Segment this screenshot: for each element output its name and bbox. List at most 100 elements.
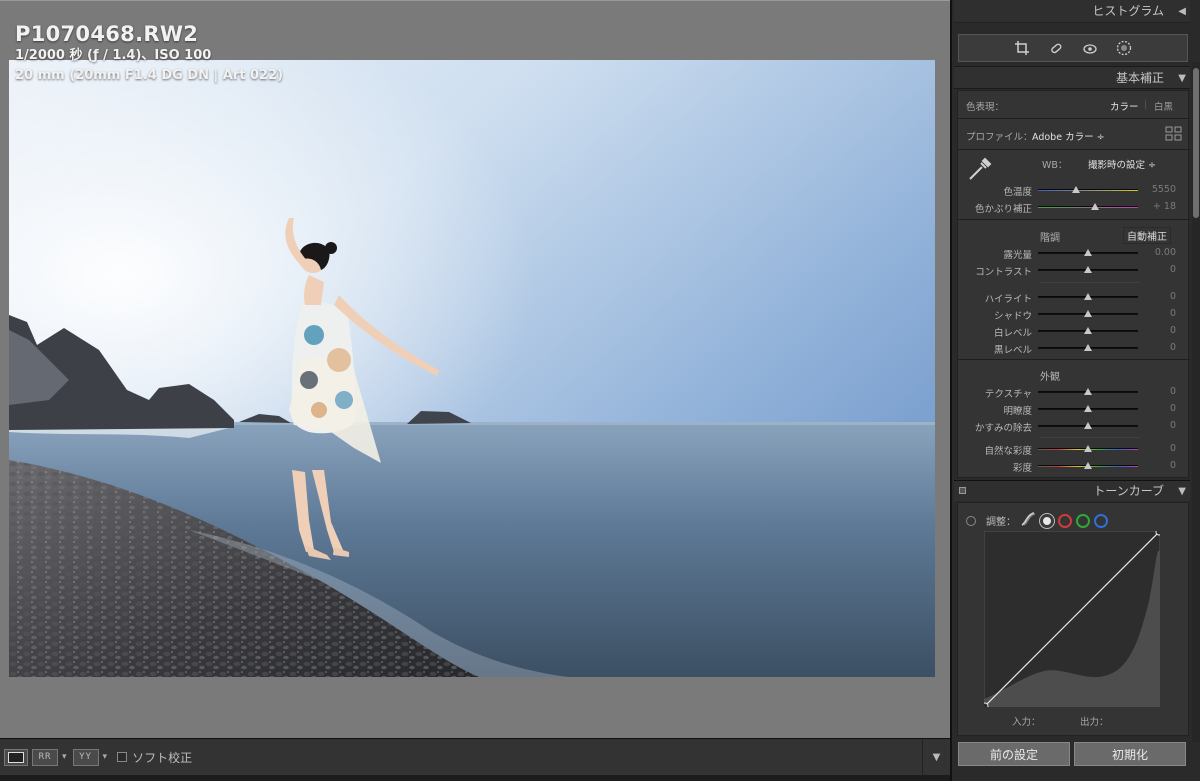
blue-channel-icon[interactable] — [1094, 513, 1108, 528]
green-channel-icon[interactable] — [1076, 513, 1090, 528]
shadows-track[interactable] — [1038, 310, 1138, 317]
vibrance-value[interactable]: 0 — [1170, 443, 1176, 454]
target-adjust-icon[interactable] — [966, 515, 976, 526]
whites-thumb[interactable] — [1084, 327, 1092, 334]
clarity-thumb[interactable] — [1084, 405, 1092, 412]
profile-dropdown[interactable]: Adobe カラー ÷ — [1032, 129, 1105, 143]
blacks-thumb[interactable] — [1084, 344, 1092, 351]
shadows-slider-row[interactable]: シャドウ 0 — [958, 306, 1190, 322]
treatment-color-button[interactable]: カラー — [1110, 99, 1139, 113]
image-viewer[interactable]: P1070468.RW2 1/2000 秒 (ƒ / 1.4)、ISO 100 … — [0, 0, 950, 738]
basic-panel-collapse-icon[interactable]: ▼ — [1178, 67, 1186, 90]
whites-slider-row[interactable]: 白レベル 0 — [958, 323, 1190, 339]
exposure-thumb[interactable] — [1084, 249, 1092, 256]
dehaze-value[interactable]: 0 — [1170, 420, 1176, 431]
soft-proof-checkbox[interactable] — [117, 752, 128, 762]
point-curve-rgb-icon[interactable] — [1039, 512, 1055, 529]
treatment-row: 色表現： カラー | 白黒 — [966, 99, 1174, 113]
tint-value[interactable]: + 18 — [1153, 201, 1176, 212]
blacks-value[interactable]: 0 — [1170, 342, 1176, 353]
highlights-value[interactable]: 0 — [1170, 291, 1176, 302]
temp-value[interactable]: 5550 — [1152, 184, 1176, 195]
tint-slider-row[interactable]: 色かぶり補正 + 18 — [958, 199, 1190, 215]
curve-black-point[interactable] — [984, 702, 989, 707]
masking-icon[interactable] — [1115, 39, 1133, 57]
tone-curve-collapse-icon[interactable]: ▼ — [1178, 481, 1186, 502]
temp-track[interactable] — [1038, 186, 1138, 193]
tone-curve-header[interactable]: トーンカーブ ▼ — [954, 480, 1190, 501]
highlights-thumb[interactable] — [1084, 293, 1092, 300]
highlights-track[interactable] — [1038, 293, 1138, 300]
dehaze-slider-row[interactable]: かすみの除去 0 — [958, 418, 1190, 434]
before-after-left-dropdown-icon[interactable]: ▾ — [62, 752, 67, 762]
contrast-slider-row[interactable]: コントラスト 0 — [958, 262, 1190, 278]
profile-browser-grid-icon[interactable] — [1165, 126, 1182, 144]
red-channel-icon[interactable] — [1058, 513, 1072, 528]
before-after-right-dropdown-icon[interactable]: ▾ — [103, 752, 108, 762]
basic-panel: 色表現： カラー | 白黒 プロファイル： Adobe カラー ÷ WB： 撮影… — [957, 90, 1190, 478]
previous-settings-button[interactable]: 前の設定 — [958, 742, 1070, 766]
vibrance-thumb[interactable] — [1084, 445, 1092, 452]
divider — [1040, 437, 1140, 438]
saturation-track[interactable] — [1038, 462, 1138, 469]
exposure-slider-row[interactable]: 露光量 0.00 — [958, 245, 1190, 261]
exposure-track[interactable] — [1038, 249, 1138, 256]
red-eye-icon[interactable] — [1081, 39, 1099, 57]
saturation-label: 彩度 — [1012, 463, 1032, 474]
tint-track[interactable] — [1038, 203, 1138, 210]
tone-curve-enable-toggle[interactable] — [959, 487, 966, 494]
basic-panel-header[interactable]: 基本補正 ▼ — [954, 66, 1190, 89]
dehaze-thumb[interactable] — [1084, 422, 1092, 429]
wb-dropdown[interactable]: 撮影時の設定 ÷ — [1088, 157, 1156, 171]
spot-removal-icon[interactable] — [1047, 39, 1065, 57]
temp-slider-row[interactable]: 色温度 5550 — [958, 182, 1190, 198]
vibrance-slider-row[interactable]: 自然な彩度 0 — [958, 441, 1190, 457]
shadows-label: シャドウ — [993, 311, 1032, 322]
shadows-value[interactable]: 0 — [1170, 308, 1176, 319]
whites-value[interactable]: 0 — [1170, 325, 1176, 336]
tone-curve-graph[interactable] — [984, 531, 1160, 707]
photo-image — [9, 60, 935, 677]
tint-thumb[interactable] — [1091, 203, 1099, 210]
contrast-thumb[interactable] — [1084, 266, 1092, 273]
toolbar-menu-icon[interactable]: ▼ — [922, 739, 950, 776]
loupe-view-button[interactable] — [4, 748, 28, 766]
contrast-track[interactable] — [1038, 266, 1138, 273]
saturation-slider-row[interactable]: 彩度 0 — [958, 458, 1190, 474]
histogram-collapse-icon[interactable]: ◀ — [1178, 0, 1186, 23]
vibrance-track[interactable] — [1038, 445, 1138, 452]
clarity-slider-row[interactable]: 明瞭度 0 — [958, 401, 1190, 417]
texture-track[interactable] — [1038, 388, 1138, 395]
blacks-track[interactable] — [1038, 344, 1138, 351]
saturation-thumb[interactable] — [1084, 462, 1092, 469]
treatment-bw-button[interactable]: 白黒 — [1154, 99, 1173, 113]
contrast-value[interactable]: 0 — [1170, 264, 1176, 275]
exposure-value[interactable]: 0.00 — [1155, 247, 1176, 258]
whites-track[interactable] — [1038, 327, 1138, 334]
photo-preview[interactable] — [9, 60, 935, 677]
scrollbar-thumb[interactable] — [1193, 68, 1199, 218]
reset-button[interactable]: 初期化 — [1074, 742, 1186, 766]
shadows-thumb[interactable] — [1084, 310, 1092, 317]
saturation-value[interactable]: 0 — [1170, 460, 1176, 471]
clarity-value[interactable]: 0 — [1170, 403, 1176, 414]
curve-white-point[interactable] — [1155, 531, 1160, 536]
before-after-left-button[interactable]: RR — [32, 748, 58, 766]
clarity-track[interactable] — [1038, 405, 1138, 412]
wb-row: WB： 撮影時の設定 ÷ — [958, 155, 1190, 180]
highlights-slider-row[interactable]: ハイライト 0 — [958, 289, 1190, 305]
histogram-header[interactable]: ヒストグラム ◀ — [954, 0, 1190, 23]
dehaze-track[interactable] — [1038, 422, 1138, 429]
texture-slider-row[interactable]: テクスチャ 0 — [958, 384, 1190, 400]
crop-tool-icon[interactable] — [1013, 39, 1031, 57]
temp-thumb[interactable] — [1072, 186, 1080, 193]
before-after-right-button[interactable]: YY — [72, 748, 99, 766]
right-panel-scrollbar[interactable] — [1192, 62, 1200, 742]
texture-thumb[interactable] — [1084, 388, 1092, 395]
tone-curve-panel: 調整： 入力： 出力： — [957, 502, 1189, 736]
soft-proof-toggle[interactable]: ソフト校正 — [117, 749, 192, 766]
texture-value[interactable]: 0 — [1170, 386, 1176, 397]
auto-tone-button[interactable]: 自動補正 — [1123, 227, 1171, 244]
parametric-curve-icon[interactable] — [1020, 511, 1036, 530]
blacks-slider-row[interactable]: 黒レベル 0 — [958, 340, 1190, 356]
